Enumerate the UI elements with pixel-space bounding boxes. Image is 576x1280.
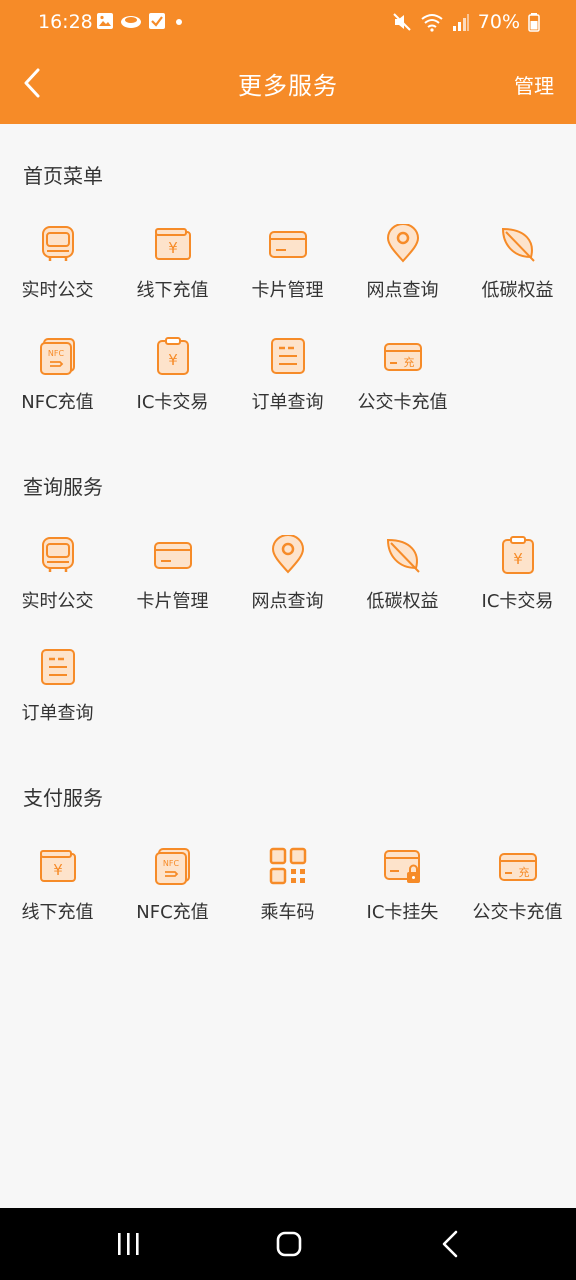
signal-icon <box>452 14 469 31</box>
svg-text:充: 充 <box>518 865 529 879</box>
service-item-nfc-recharge[interactable]: NFC NFC充值 <box>0 336 115 436</box>
receipt-yuan-icon: ¥ <box>501 536 534 574</box>
bus-icon <box>41 537 74 572</box>
svg-text:充: 充 <box>403 355 414 369</box>
svg-text:¥: ¥ <box>168 239 178 257</box>
svg-text:NFC: NFC <box>162 859 179 868</box>
service-item-label: 公交卡充值 <box>357 392 448 413</box>
service-item-label: 乘车码 <box>260 902 315 923</box>
service-item-realtime-bus[interactable]: 实时公交 <box>0 224 115 324</box>
leaf-icon <box>386 538 420 573</box>
card-charge-icon: 充 <box>498 853 537 881</box>
service-item-label: IC卡挂失 <box>366 902 439 923</box>
service-item-label: 网点查询 <box>366 280 439 301</box>
recent-apps-icon <box>118 1233 139 1255</box>
card-lock-icon <box>383 850 420 883</box>
svg-text:¥: ¥ <box>513 550 523 568</box>
recent-apps-button[interactable] <box>108 1226 148 1262</box>
cloud-icon <box>121 16 141 28</box>
service-item-label: 订单查询 <box>251 392 324 413</box>
svg-text:NFC: NFC <box>47 349 64 358</box>
service-item-label: NFC充值 <box>136 902 209 923</box>
location-pin-icon <box>386 224 419 263</box>
service-item-order-query[interactable]: 订单查询 <box>230 336 345 436</box>
service-item-label: IC卡交易 <box>136 392 209 413</box>
nfc-card-icon: NFC <box>154 848 190 885</box>
services-content: 首页菜单 实时公交 ¥ 线下充值 卡片管理 网点查询 低碳权益 NFC NFC充… <box>0 124 576 1208</box>
location-pin-icon <box>271 535 304 574</box>
manage-button[interactable]: 管理 <box>514 70 554 99</box>
home-icon <box>276 1231 302 1257</box>
section-title-payment-services: 支付服务 <box>23 786 103 810</box>
service-item-card-management[interactable]: 卡片管理 <box>230 224 345 324</box>
battery-percent: 70% <box>477 11 520 33</box>
service-item-ic-transactions[interactable]: ¥ IC卡交易 <box>460 535 575 635</box>
mute-icon <box>393 13 411 31</box>
service-item-label: 线下充值 <box>136 280 209 301</box>
leaf-icon <box>501 227 535 262</box>
service-item-label: 卡片管理 <box>251 280 324 301</box>
service-item-outlet-query[interactable]: 网点查询 <box>230 535 345 635</box>
service-item-label: NFC充值 <box>21 392 94 413</box>
status-bar: 16:28 70% <box>0 0 576 48</box>
service-item-offline-recharge[interactable]: ¥ 线下充值 <box>115 224 230 324</box>
card-icon <box>153 542 192 569</box>
service-item-bus-card-recharge[interactable]: 充 公交卡充值 <box>460 846 575 946</box>
service-item-ride-code[interactable]: 乘车码 <box>230 846 345 946</box>
service-item-card-management[interactable]: 卡片管理 <box>115 535 230 635</box>
nfc-card-icon: NFC <box>39 338 75 375</box>
qr-code-icon <box>269 847 306 885</box>
service-item-bus-card-recharge[interactable]: 充 公交卡充值 <box>345 336 460 436</box>
service-item-ic-transactions[interactable]: ¥ IC卡交易 <box>115 336 230 436</box>
service-item-ic-card-loss[interactable]: IC卡挂失 <box>345 846 460 946</box>
service-item-label: 实时公交 <box>21 591 94 612</box>
card-icon <box>268 231 307 258</box>
section-title-query-services: 查询服务 <box>23 475 103 499</box>
service-item-label: 网点查询 <box>251 591 324 612</box>
app-bar: 更多服务 管理 <box>0 48 576 124</box>
dot-icon <box>176 19 182 25</box>
service-item-label: 低碳权益 <box>481 280 554 301</box>
service-item-outlet-query[interactable]: 网点查询 <box>345 224 460 324</box>
system-navigation-bar <box>0 1208 576 1280</box>
service-item-label: 实时公交 <box>21 280 94 301</box>
home-button[interactable] <box>268 1226 308 1262</box>
yuan-wallet-icon: ¥ <box>39 850 76 882</box>
service-item-label: 公交卡充值 <box>472 902 563 923</box>
battery-icon <box>528 13 540 32</box>
receipt-yuan-icon: ¥ <box>156 337 189 375</box>
service-item-low-carbon[interactable]: 低碳权益 <box>345 535 460 635</box>
order-list-icon <box>270 338 305 374</box>
service-item-realtime-bus[interactable]: 实时公交 <box>0 535 115 635</box>
status-system-icons: 70% <box>392 11 540 33</box>
back-arrow-icon <box>442 1230 458 1258</box>
svg-text:¥: ¥ <box>53 861 63 879</box>
status-notification-icons <box>96 12 186 30</box>
service-item-label: 线下充值 <box>21 902 94 923</box>
order-list-icon <box>40 649 75 685</box>
page-title: 更多服务 <box>238 72 338 100</box>
yuan-wallet-icon: ¥ <box>154 228 191 260</box>
gallery-icon <box>97 13 113 29</box>
section-title-home-menu: 首页菜单 <box>23 164 103 188</box>
status-time: 16:28 <box>38 11 93 33</box>
service-item-nfc-recharge[interactable]: NFC NFC充值 <box>115 846 230 946</box>
checkbox-icon <box>149 13 165 29</box>
svg-text:¥: ¥ <box>168 351 178 369</box>
service-item-label: IC卡交易 <box>481 591 554 612</box>
service-item-offline-recharge[interactable]: ¥ 线下充值 <box>0 846 115 946</box>
nav-back-button[interactable] <box>430 1226 470 1262</box>
service-item-label: 卡片管理 <box>136 591 209 612</box>
card-charge-icon: 充 <box>383 343 422 371</box>
service-item-label: 订单查询 <box>21 703 94 724</box>
service-item-label: 低碳权益 <box>366 591 439 612</box>
bus-icon <box>41 226 74 261</box>
wifi-icon <box>421 14 443 32</box>
service-item-order-query[interactable]: 订单查询 <box>0 647 115 747</box>
service-item-low-carbon[interactable]: 低碳权益 <box>460 224 575 324</box>
